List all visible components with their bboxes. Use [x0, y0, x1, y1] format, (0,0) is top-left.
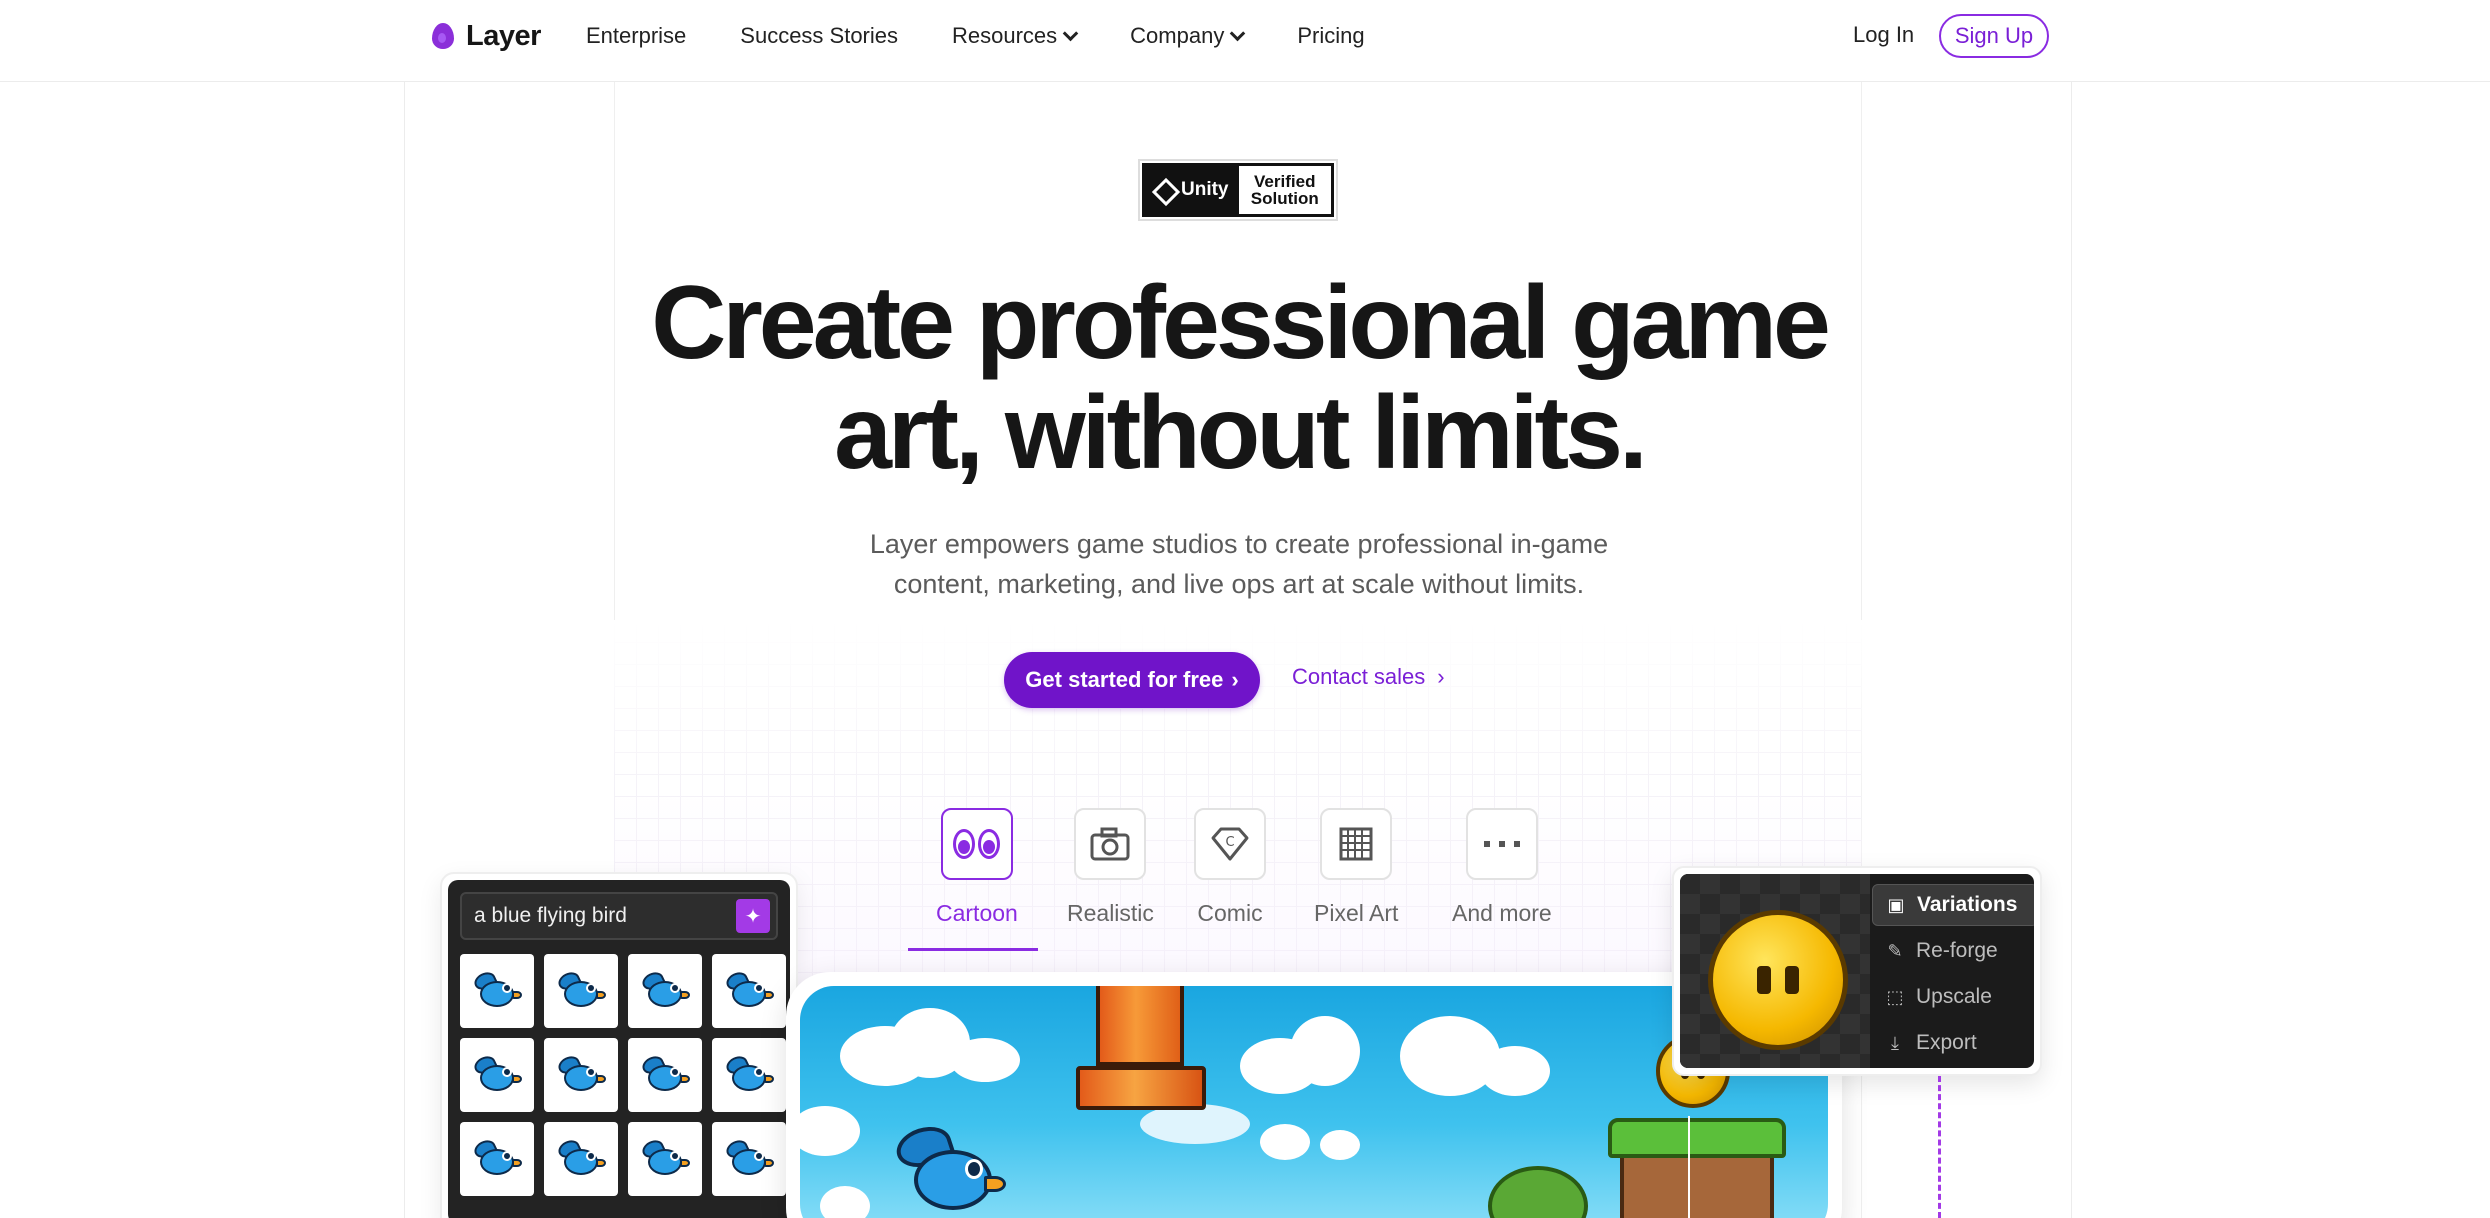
- menu-item-upscale[interactable]: ⬚ Upscale: [1872, 976, 2034, 1018]
- generated-bird-thumbnail[interactable]: [544, 1122, 618, 1196]
- nav-link-label: Pricing: [1297, 23, 1365, 48]
- nav-link-enterprise[interactable]: Enterprise: [586, 23, 686, 49]
- login-link[interactable]: Log In: [1853, 22, 1914, 48]
- menu-item-re-forge[interactable]: ✎ Re-forge: [1872, 930, 2034, 972]
- generated-bird-thumbnail[interactable]: [712, 954, 786, 1028]
- hero-title-line-2: art, without limits.: [834, 375, 1648, 491]
- hero-subtitle-line-1: Layer empowers game studios to create pr…: [869, 529, 1609, 559]
- nav-link-label: Company: [1130, 23, 1225, 48]
- hero-title: Create professional game art, without li…: [600, 268, 1878, 488]
- tab-label: Pixel Art: [1314, 900, 1399, 926]
- generated-bird-thumbnail[interactable]: [460, 954, 534, 1028]
- generated-bird-thumbnail[interactable]: [712, 1122, 786, 1196]
- nav-links: Enterprise Success Stories Resources Com…: [586, 20, 1419, 52]
- generated-bird-thumbnail[interactable]: [460, 1038, 534, 1112]
- generated-bird-thumbnail[interactable]: [544, 954, 618, 1028]
- pipe-obstacle: [1096, 986, 1184, 1066]
- camera-icon: [1074, 808, 1147, 880]
- badge-line-1: Verified: [1254, 172, 1316, 191]
- asset-actions-menu: ▣ Variations ✎ Re-forge ⬚ Upscale ⤓ Expo…: [1872, 884, 2034, 1068]
- generated-bird-thumbnail[interactable]: [460, 1122, 534, 1196]
- svg-text:C: C: [1225, 835, 1234, 850]
- generated-bird-thumbnail[interactable]: [628, 1122, 702, 1196]
- menu-item-label: Upscale: [1916, 985, 1992, 1008]
- prompt-input[interactable]: a blue flying bird ✦: [460, 892, 778, 940]
- generated-bird-thumbnail[interactable]: [544, 1038, 618, 1112]
- tab-and-more[interactable]: And more: [1452, 808, 1552, 927]
- nav-link-resources[interactable]: Resources: [952, 23, 1079, 49]
- tab-cartoon[interactable]: Cartoon: [936, 808, 1018, 927]
- island-dirt: [1620, 1154, 1774, 1218]
- signup-button[interactable]: Sign Up: [1939, 14, 2049, 58]
- generated-birds-grid: [460, 954, 786, 1196]
- tab-label: Comic: [1197, 900, 1263, 926]
- coin-asset-preview: [1708, 910, 1848, 1050]
- unity-logo-icon: [1153, 179, 1175, 201]
- magic-wand-icon[interactable]: ✦: [736, 899, 770, 933]
- dashed-connector: [1938, 1076, 1941, 1218]
- chevron-right-icon: ›: [1231, 667, 1239, 692]
- tab-comic[interactable]: C Comic: [1194, 808, 1266, 927]
- menu-item-export[interactable]: ⤓ Export: [1872, 1022, 2034, 1064]
- bush-sprite: [1488, 1166, 1588, 1218]
- contact-sales-label: Contact sales: [1292, 664, 1426, 689]
- chevron-right-icon: ›: [1437, 664, 1445, 689]
- asset-actions-panel: ▣ Variations ✎ Re-forge ⬚ Upscale ⤓ Expo…: [1672, 866, 2042, 1076]
- generated-bird-thumbnail[interactable]: [712, 1038, 786, 1112]
- eyes-icon: [940, 808, 1013, 880]
- bird-generator-panel: a blue flying bird ✦: [440, 872, 798, 1218]
- tab-label: Cartoon: [936, 900, 1018, 926]
- download-icon: ⤓: [1891, 1032, 1899, 1053]
- hero-subtitle: Layer empowers game studios to create pr…: [820, 524, 1658, 604]
- tab-realistic[interactable]: Realistic: [1067, 808, 1154, 927]
- chevron-down-icon: [1062, 25, 1079, 41]
- nav-link-label: Success Stories: [740, 23, 899, 48]
- tab-label: And more: [1452, 900, 1552, 926]
- menu-item-variations[interactable]: ▣ Variations: [1872, 884, 2034, 926]
- placement-guide: [1688, 1116, 1690, 1218]
- hammer-icon: ✎: [1887, 940, 1903, 961]
- copyright-diamond-icon: C: [1194, 808, 1266, 880]
- layer-logo-icon: [432, 23, 454, 49]
- nav-link-label: Resources: [952, 23, 1058, 48]
- generated-bird-thumbnail[interactable]: [628, 954, 702, 1028]
- menu-item-label: Export: [1916, 1031, 1977, 1054]
- upscale-icon: ⬚: [1886, 986, 1904, 1007]
- badge-line-2: Solution: [1250, 189, 1319, 208]
- pipe-cap: [1076, 1066, 1206, 1110]
- nav-link-success-stories[interactable]: Success Stories: [740, 23, 898, 49]
- menu-item-label: Variations: [1917, 893, 2018, 916]
- prompt-text: a blue flying bird: [474, 904, 627, 927]
- active-tab-indicator: [908, 948, 1038, 951]
- game-bird-sprite: [891, 1120, 1006, 1214]
- pixel-grid-icon: [1320, 808, 1393, 880]
- unity-brand: Unity: [1181, 179, 1229, 200]
- top-nav: Layer Enterprise Success Stories Resourc…: [0, 0, 2490, 82]
- ellipsis-icon: [1465, 808, 1538, 880]
- layer-logo[interactable]: Layer: [432, 18, 541, 54]
- image-icon: ▣: [1887, 894, 1905, 915]
- nav-link-pricing[interactable]: Pricing: [1297, 23, 1364, 49]
- hero-title-line-1: Create professional game: [651, 265, 1831, 381]
- hero-subtitle-line-2: content, marketing, and live ops art at …: [893, 569, 1585, 599]
- chevron-down-icon: [1230, 25, 1246, 41]
- generated-bird-thumbnail[interactable]: [628, 1038, 702, 1112]
- tab-pixel-art[interactable]: Pixel Art: [1314, 808, 1398, 927]
- floating-island: [1608, 1118, 1786, 1158]
- get-started-button[interactable]: Get started for free ›: [1004, 652, 1260, 708]
- logo-text: Layer: [466, 19, 541, 52]
- get-started-label: Get started for free: [1025, 667, 1224, 692]
- unity-verified-badge: Unity Verified Solution: [1138, 159, 1338, 221]
- menu-item-label: Re-forge: [1916, 939, 1998, 962]
- nav-link-company[interactable]: Company: [1130, 23, 1246, 49]
- nav-link-label: Enterprise: [586, 23, 687, 48]
- tab-label: Realistic: [1067, 900, 1154, 926]
- contact-sales-link[interactable]: Contact sales ›: [1292, 664, 1445, 690]
